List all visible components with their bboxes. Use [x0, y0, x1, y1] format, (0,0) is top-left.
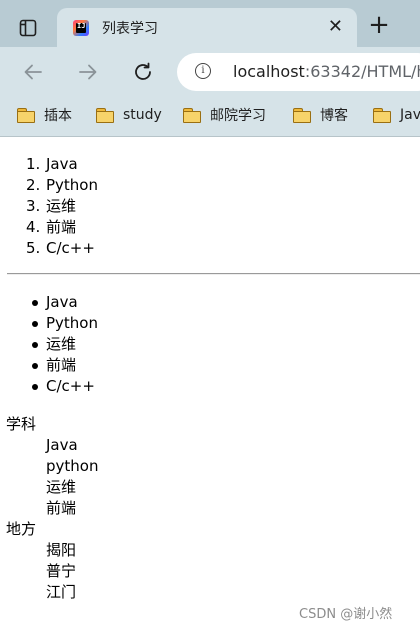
bookmark-folder-study[interactable]: study	[96, 105, 162, 125]
definition-item: 普宁	[46, 562, 77, 580]
forward-button[interactable]	[73, 57, 103, 87]
definition-term: 学科	[6, 415, 37, 433]
back-arrow-icon	[24, 64, 42, 80]
folder-icon	[96, 108, 114, 123]
horizontal-rule	[7, 273, 420, 275]
list-item: C/c++	[0, 376, 420, 397]
tab-title: 列表学习	[102, 21, 158, 37]
reload-icon	[135, 62, 151, 80]
url-text[interactable]: localhost:63342/HTML/h	[233, 62, 420, 81]
bullet-icon	[32, 384, 38, 390]
bullet-icon	[32, 300, 38, 306]
bookmark-folder-java[interactable]: Jav	[373, 105, 420, 125]
address-bar[interactable]: i localhost:63342/HTML/h	[177, 53, 420, 91]
definition-item: 揭阳	[46, 541, 77, 559]
definition-item: Java	[46, 436, 78, 454]
bookmark-folder-blog[interactable]: 博客	[293, 105, 348, 125]
reload-button[interactable]	[128, 57, 158, 87]
bookmark-folder-chaben[interactable]: 插本	[17, 105, 72, 125]
site-info-icon[interactable]: i	[195, 63, 211, 79]
unordered-list: Java Python 运维 前端 C/c++	[0, 292, 420, 397]
folder-icon	[17, 108, 35, 123]
folder-icon	[293, 108, 311, 123]
new-tab-button[interactable]: +	[365, 12, 393, 40]
back-button[interactable]	[18, 57, 48, 87]
watermark-text: CSDN @谢小然	[299, 607, 393, 622]
intellij-favicon-icon: IJ	[73, 20, 89, 36]
definition-term: 地方	[6, 520, 37, 538]
list-item: 3. 运维	[26, 197, 77, 215]
definition-item: 前端	[46, 499, 77, 517]
bullet-icon	[32, 363, 38, 369]
browser-toolbar: i localhost:63342/HTML/h	[0, 47, 420, 97]
definition-item: 运维	[46, 478, 77, 496]
list-item: 2. Python	[26, 176, 98, 194]
list-item: 前端	[0, 355, 420, 376]
bookmarks-bar: 插本 study 邮院学习 博客 Jav	[0, 97, 420, 137]
tab-strip: IJ 列表学习 ✕ +	[0, 0, 420, 47]
folder-icon	[183, 108, 201, 123]
definition-item: python	[46, 457, 99, 475]
definition-item: 江门	[46, 583, 77, 601]
close-tab-icon[interactable]: ✕	[328, 17, 343, 37]
forward-arrow-icon	[79, 64, 97, 80]
list-item: Java	[0, 292, 420, 313]
bullet-icon	[32, 342, 38, 348]
bookmark-folder-youyuan[interactable]: 邮院学习	[183, 105, 266, 125]
folder-icon	[373, 108, 391, 123]
page-content: 1. Java 2. Python 3. 运维 4. 前端 5. C/c++ Java P…	[0, 137, 420, 632]
list-item: 5. C/c++	[26, 239, 95, 257]
list-item: Python	[0, 313, 420, 334]
ordered-list: 1. Java 2. Python 3. 运维 4. 前端 5. C/c++	[0, 154, 420, 259]
tab-sidebar-icon[interactable]	[14, 14, 42, 42]
list-item: 1. Java	[26, 155, 78, 173]
browser-tab[interactable]: IJ 列表学习 ✕	[57, 8, 357, 47]
list-item: 运维	[0, 334, 420, 355]
list-item: 4. 前端	[26, 218, 77, 236]
bullet-icon	[32, 321, 38, 327]
